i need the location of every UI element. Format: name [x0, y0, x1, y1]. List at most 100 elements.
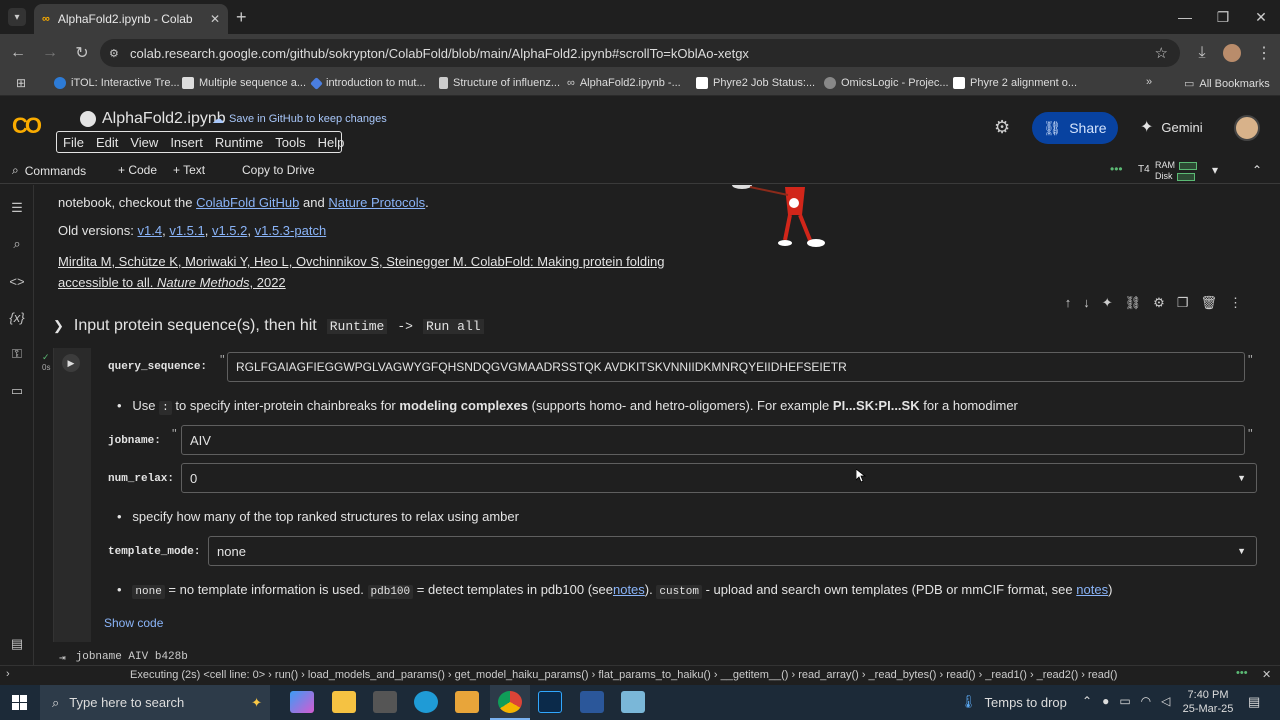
runtime-type[interactable]: T4: [1138, 164, 1150, 175]
all-bookmarks[interactable]: ▭ All Bookmarks: [1184, 77, 1270, 91]
show-code-link[interactable]: Show code: [104, 616, 163, 630]
files-folder-icon[interactable]: ▭: [8, 382, 26, 400]
copy-to-drive-button[interactable]: Copy to Drive: [242, 163, 315, 177]
forward-icon[interactable]: →: [34, 34, 66, 72]
taskbar-search[interactable]: ⌕ Type here to search ✦: [40, 685, 270, 720]
menu-edit[interactable]: Edit: [90, 135, 124, 150]
resource-meter[interactable]: RAM Disk: [1155, 158, 1201, 184]
version-link[interactable]: v1.5.3-patch: [255, 223, 327, 238]
window-close-icon[interactable]: ✕: [1242, 0, 1280, 34]
new-tab-icon[interactable]: +: [236, 7, 247, 28]
link-to-cell-icon[interactable]: ⛓: [1125, 295, 1142, 311]
system-tray[interactable]: ⌃ ● ▭ ◠ ◁: [1082, 694, 1170, 708]
weather-widget[interactable]: 🌡 Temps to drop: [960, 694, 1067, 710]
nature-protocols-link[interactable]: Nature Protocols: [328, 195, 425, 210]
media-player-icon[interactable]: [455, 691, 479, 713]
section-heading[interactable]: ❯ Input protein sequence(s), then hit Ru…: [53, 317, 484, 335]
address-bar[interactable]: ⚙ colab.research.google.com/github/sokry…: [100, 39, 1180, 67]
collapse-header-icon[interactable]: ⌃: [1252, 163, 1262, 177]
site-info-icon[interactable]: ⚙: [109, 47, 119, 60]
run-cell-button[interactable]: ▶: [62, 354, 80, 372]
notes-link[interactable]: notes: [1076, 582, 1108, 597]
minimize-icon[interactable]: —: [1166, 0, 1204, 34]
clock[interactable]: 7:40 PM 25-Mar-25: [1180, 688, 1236, 716]
chrome-menu-icon[interactable]: ⋮: [1248, 34, 1280, 72]
terminal-icon[interactable]: ▤: [8, 635, 26, 653]
code-snippets-icon[interactable]: <>: [8, 272, 26, 290]
gemini-button[interactable]: ✦ Gemini: [1140, 117, 1203, 137]
share-button[interactable]: ⛓ Share: [1032, 112, 1118, 144]
download-icon[interactable]: ⤓: [1186, 34, 1218, 72]
template-mode-select[interactable]: none ▼: [208, 536, 1257, 566]
bookmark-msa[interactable]: Multiple sequence a...: [182, 77, 306, 89]
bookmark-phyre-alignment[interactable]: Phyre 2 alignment o...: [953, 77, 1077, 89]
cell-settings-icon[interactable]: ⚙: [1153, 295, 1165, 311]
find-icon[interactable]: ⌕: [8, 235, 26, 253]
add-text-button[interactable]: + Text: [173, 163, 205, 177]
menu-help[interactable]: Help: [312, 135, 351, 150]
microphone-icon[interactable]: ●: [1102, 694, 1109, 708]
app-icon[interactable]: [621, 691, 645, 713]
photoshop-icon[interactable]: [538, 691, 562, 713]
bookmark-star-icon[interactable]: ☆: [1155, 44, 1168, 62]
apps-icon[interactable]: ⊞: [16, 76, 26, 90]
bookmark-omicslogic[interactable]: OmicsLogic - Projec...: [824, 77, 949, 89]
runtime-dropdown-icon[interactable]: ▾: [1212, 163, 1218, 177]
wifi-icon[interactable]: ◠: [1141, 694, 1151, 708]
chrome-icon[interactable]: [498, 691, 522, 713]
chevron-up-icon[interactable]: ⌃: [1082, 694, 1092, 708]
tab-search-icon[interactable]: ▾: [8, 8, 26, 26]
reload-icon[interactable]: ↻: [66, 34, 98, 72]
maximize-icon[interactable]: ❐: [1204, 0, 1242, 34]
browser-tab-active[interactable]: ∞ AlphaFold2.ipynb - Colab ✕: [34, 4, 228, 34]
move-down-icon[interactable]: ↓: [1083, 295, 1090, 311]
notes-link[interactable]: notes: [613, 582, 645, 597]
output-toggle-icon[interactable]: ⇥: [59, 651, 66, 665]
copilot-icon[interactable]: [290, 691, 314, 713]
settings-gear-icon[interactable]: ⚙: [994, 117, 1010, 138]
status-expand-icon[interactable]: ›: [6, 668, 10, 680]
version-link[interactable]: v1.5.2: [212, 223, 247, 238]
move-up-icon[interactable]: ↑: [1065, 295, 1072, 311]
notebook-title[interactable]: AlphaFold2.ipynb: [80, 110, 226, 128]
file-explorer-icon[interactable]: [332, 691, 356, 713]
menu-insert[interactable]: Insert: [164, 135, 209, 150]
bookmark-influenza[interactable]: Structure of influenz...: [439, 77, 560, 89]
notifications-icon[interactable]: ▤: [1248, 694, 1260, 710]
num-relax-select[interactable]: 0 ▼: [181, 463, 1257, 493]
variables-icon[interactable]: {x}: [8, 308, 26, 326]
jobname-input[interactable]: AIV: [181, 425, 1245, 455]
colab-logo[interactable]: CO: [12, 113, 42, 139]
more-bookmarks-icon[interactable]: »: [1146, 76, 1152, 88]
bookmark-phyre-status[interactable]: Phyre2 Job Status:...: [696, 77, 815, 89]
version-link[interactable]: v1.5.1: [169, 223, 204, 238]
save-in-github-link[interactable]: ☁ Save in GitHub to keep changes: [212, 112, 387, 126]
battery-icon[interactable]: ▭: [1119, 694, 1130, 708]
chevron-right-icon[interactable]: ❯: [53, 318, 64, 334]
mirror-cell-icon[interactable]: ❐: [1177, 295, 1189, 311]
query-sequence-input[interactable]: RGLFGAIAGFIEGGWPGLVAGWYGFQHSNDQGVGMAADRS…: [227, 352, 1245, 382]
commands-button[interactable]: ⌕ Commands: [12, 163, 86, 178]
bookmark-alphafold[interactable]: ∞ AlphaFold2.ipynb -...: [567, 77, 681, 89]
camera-icon[interactable]: [373, 691, 397, 713]
secrets-key-icon[interactable]: ⚿: [8, 345, 26, 363]
menu-runtime[interactable]: Runtime: [209, 135, 269, 150]
colabfold-github-link[interactable]: ColabFold GitHub: [196, 195, 299, 210]
menu-tools[interactable]: Tools: [269, 135, 311, 150]
more-options-icon[interactable]: ⋮: [1229, 295, 1242, 311]
bookmark-mutation[interactable]: introduction to mut...: [310, 76, 426, 90]
bookmark-itol[interactable]: iTOL: Interactive Tre...: [54, 77, 180, 89]
menu-view[interactable]: View: [124, 135, 164, 150]
gemini-cell-icon[interactable]: ✦: [1102, 295, 1113, 311]
status-close-icon[interactable]: ✕: [1262, 668, 1271, 681]
table-of-contents-icon[interactable]: ☰: [8, 199, 26, 217]
speaker-icon[interactable]: ◁: [1161, 694, 1170, 708]
add-code-button[interactable]: + Code: [118, 163, 157, 177]
avatar[interactable]: [1234, 115, 1260, 141]
version-link[interactable]: v1.4: [138, 223, 163, 238]
citation-link[interactable]: Mirdita M, Schütze K, Moriwaki Y, Heo L,…: [58, 251, 664, 293]
delete-cell-icon[interactable]: 🗑: [1200, 295, 1217, 311]
profile-avatar-icon[interactable]: [1223, 44, 1241, 62]
tab-close-icon[interactable]: ✕: [210, 12, 220, 26]
menu-file[interactable]: File: [57, 135, 90, 150]
